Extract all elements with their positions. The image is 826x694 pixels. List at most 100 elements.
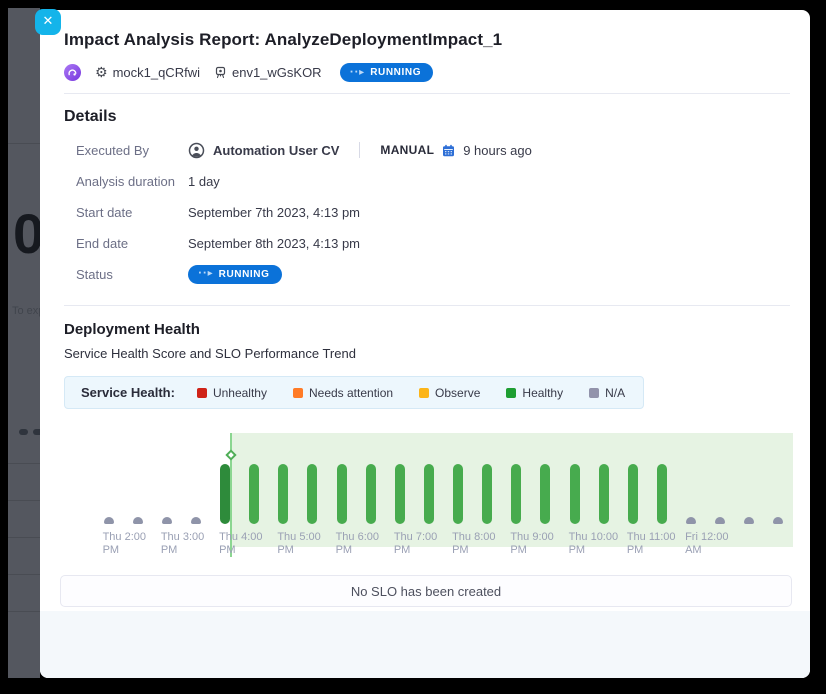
legend-item: Observe [419,386,480,400]
end-date-value: September 8th 2023, 4:13 pm [188,236,360,251]
x-axis-tick-label: Thu 6:00PM [336,531,379,557]
modal-header: Impact Analysis Report: AnalyzeDeploymen… [40,10,810,93]
detail-label: End date [76,236,188,251]
health-score-bar[interactable] [715,517,725,524]
detail-label: Analysis duration [76,174,188,189]
health-score-bar[interactable] [162,517,172,524]
modal-footer-area [40,611,810,678]
health-score-bar[interactable] [249,464,259,524]
legend-item: Needs attention [293,386,393,400]
page-title: Impact Analysis Report: AnalyzeDeploymen… [64,30,786,50]
detail-label: Start date [76,205,188,220]
background-row-line [8,537,40,538]
health-score-bar[interactable] [337,464,347,524]
health-score-bar[interactable] [599,464,609,524]
detail-row-end-date: End date September 8th 2023, 4:13 pm [64,233,786,253]
health-score-bar[interactable] [570,464,580,524]
environment-name: env1_wGsKOR [232,65,322,80]
executed-time: 9 hours ago [463,143,532,158]
health-score-bar[interactable] [744,517,754,524]
background-partial-text: To exp [12,305,40,317]
x-axis-tick-label: Thu 7:00PM [394,531,437,557]
details-heading: Details [64,108,786,126]
background-divider [8,143,40,144]
health-score-bar[interactable] [424,464,434,524]
close-button[interactable]: ✕ [35,9,61,35]
health-score-bar[interactable] [773,517,783,524]
legend-item-label: N/A [605,386,625,400]
x-axis-tick-label: Fri 12:00AM [685,531,728,557]
health-score-bar[interactable] [686,517,696,524]
user-avatar-icon [188,142,205,159]
detail-row-duration: Analysis duration 1 day [64,171,786,191]
health-score-bar[interactable] [540,464,550,524]
dimmed-background-page: 0 To exp [8,8,40,678]
legend-swatch-icon [589,388,599,398]
background-row-line [8,463,40,464]
environment-ref[interactable]: env1_wGsKOR [214,65,322,80]
health-score-bar[interactable] [278,464,288,524]
duration-value: 1 day [188,174,220,189]
background-icon [33,429,40,435]
background-partial-number: 0 [13,206,40,262]
service-health-legend: Service Health: UnhealthyNeeds attention… [64,376,644,409]
x-axis-tick-label: Thu 2:00PM [103,531,146,557]
background-icon [19,429,28,435]
detail-label: Status [76,267,188,282]
status-badge: ··▸ RUNNING [188,265,282,284]
status-badge-label: RUNNING [219,269,270,280]
legend-swatch-icon [419,388,429,398]
running-status-icon: ··▸ [350,68,366,78]
legend-swatch-icon [197,388,207,398]
health-score-bar[interactable] [395,464,405,524]
legend-item: N/A [589,386,625,400]
background-row-line [8,500,40,501]
gear-icon: ⚙ [95,66,108,80]
detail-row-start-date: Start date September 7th 2023, 4:13 pm [64,202,786,222]
close-icon: ✕ [43,14,54,29]
service-ref[interactable]: ⚙ mock1_qCRfwi [95,65,200,80]
legend-item-label: Observe [435,386,480,400]
report-meta-row: ⚙ mock1_qCRfwi env1_wGsKOR ··▸ RUNNING [64,63,786,82]
chart-subtitle: Service Health Score and SLO Performance… [64,346,786,361]
x-axis-tick-label: Thu 11:00PM [627,531,676,557]
background-row-line [8,611,40,612]
detail-row-executed-by: Executed By Automation User CV MANUAL [64,140,786,160]
health-score-bar[interactable] [307,464,317,524]
slo-empty-state: No SLO has been created [60,575,792,607]
executed-by-user: Automation User CV [213,143,339,158]
x-axis-tick-label: Thu 4:00PM [219,531,262,557]
health-score-bar[interactable] [191,517,201,524]
legend-item-label: Unhealthy [213,386,267,400]
health-score-bar[interactable] [366,464,376,524]
background-row-line [8,574,40,575]
legend-item: Healthy [506,386,563,400]
calendar-icon [442,144,455,157]
health-score-bar[interactable] [220,464,230,524]
legend-item-label: Healthy [522,386,563,400]
legend-item: Unhealthy [197,386,267,400]
impact-analysis-modal: Impact Analysis Report: AnalyzeDeploymen… [40,10,810,678]
value-separator [359,142,360,158]
health-legend-items: Unhealthy Needs attention Observe Healthy N/… [197,386,625,400]
x-axis-tick-label: Thu 5:00PM [277,531,320,557]
health-score-bar[interactable] [657,464,667,524]
health-score-bar[interactable] [628,464,638,524]
x-axis-tick-label: Thu 3:00PM [161,531,204,557]
health-score-bar[interactable] [482,464,492,524]
x-axis-tick-label: Thu 8:00PM [452,531,495,557]
deployment-health-section: Deployment Health Service Health Score a… [40,306,810,607]
legend-item-label: Needs attention [309,386,393,400]
x-axis-tick-label: Thu 9:00PM [510,531,553,557]
legend-swatch-icon [506,388,516,398]
status-badge: ··▸ RUNNING [340,63,434,82]
detail-label: Executed By [76,143,188,158]
details-section: Details Executed By Automation User CV M… [40,94,810,305]
x-axis-tick-label: Thu 10:00PM [569,531,619,557]
health-score-bar[interactable] [104,517,114,524]
health-score-bar[interactable] [453,464,463,524]
health-score-bar[interactable] [133,517,143,524]
legend-swatch-icon [293,388,303,398]
health-score-bar[interactable] [511,464,521,524]
slo-empty-message: No SLO has been created [351,584,501,599]
